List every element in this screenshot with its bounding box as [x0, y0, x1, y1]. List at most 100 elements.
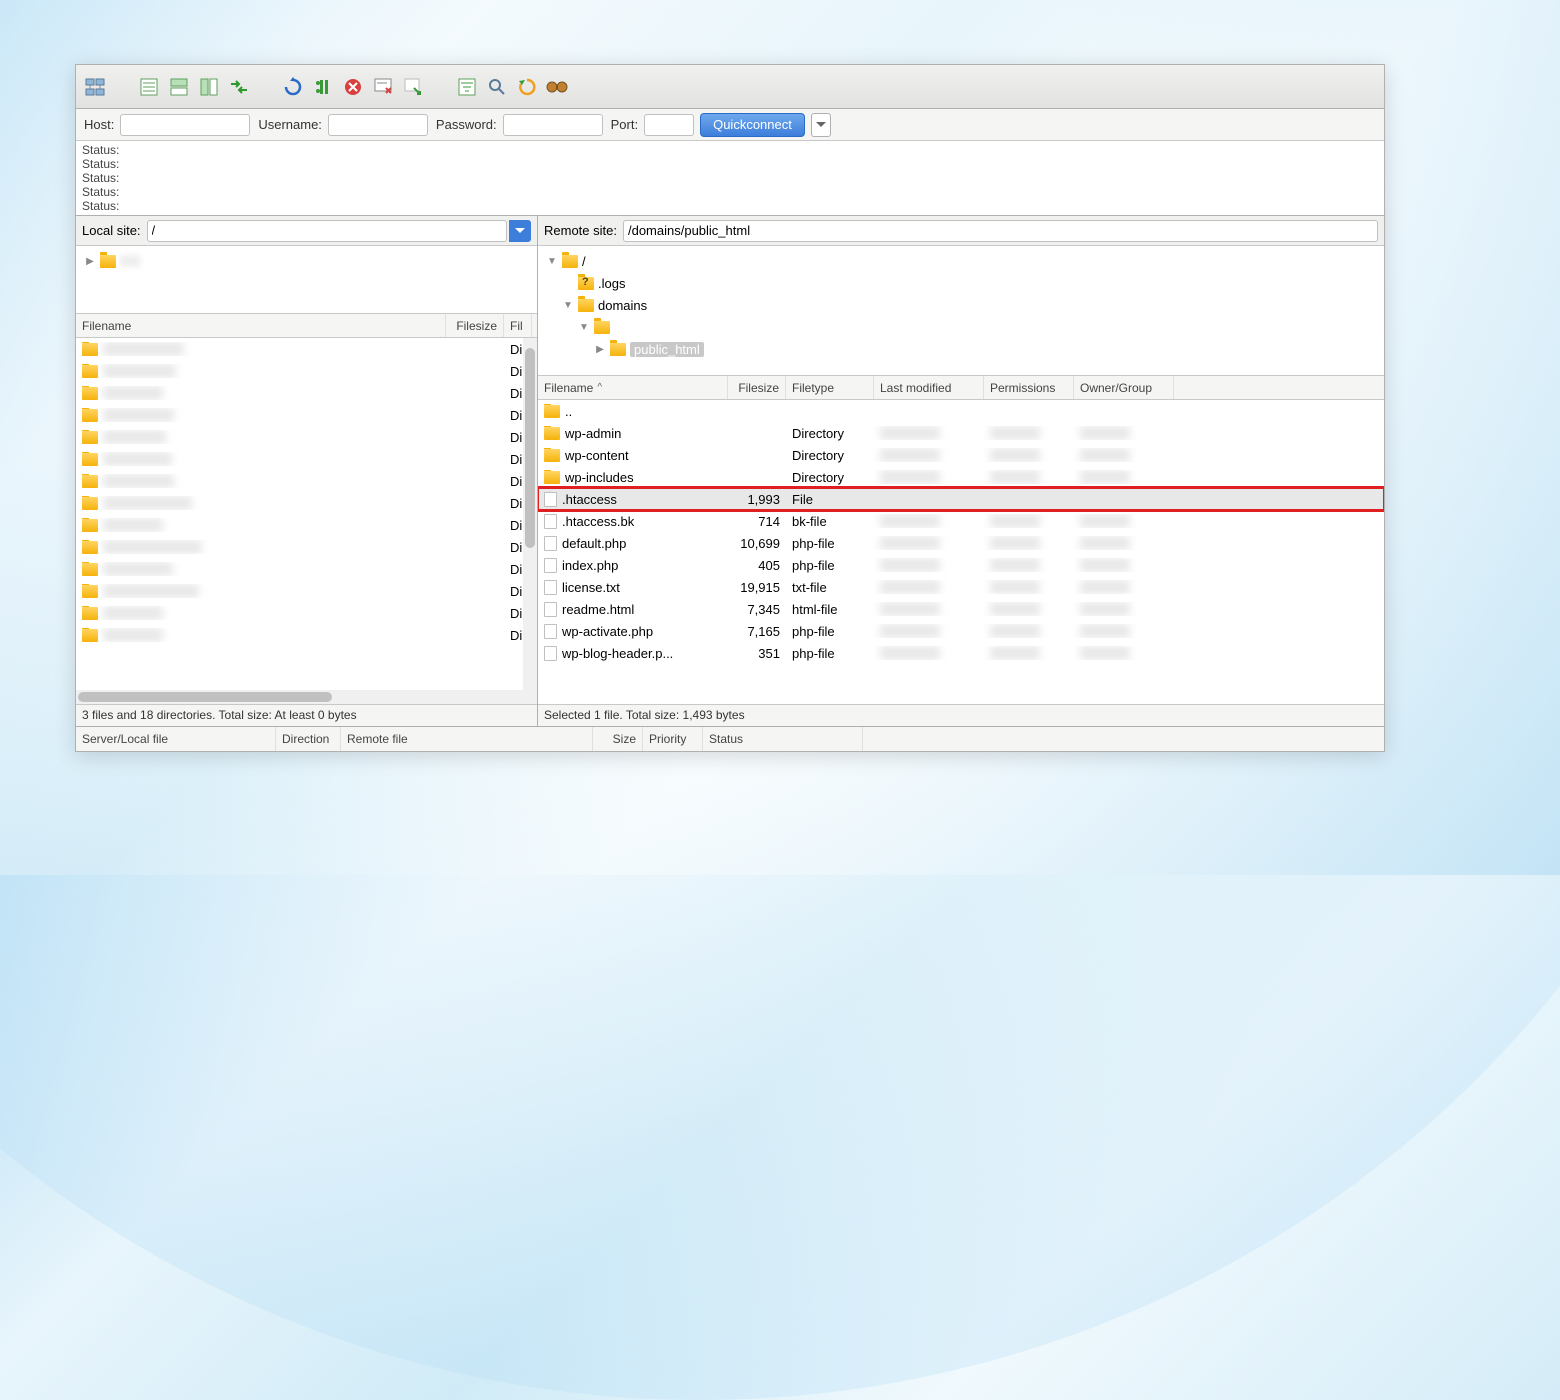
col-priority[interactable]: Priority: [643, 727, 703, 751]
folder-icon: [82, 497, 98, 510]
filesize-cell: 7,345: [728, 602, 786, 617]
reconnect-icon[interactable]: [400, 74, 426, 100]
list-item[interactable]: ..: [538, 400, 1384, 422]
toggle-log-icon[interactable]: [136, 74, 162, 100]
toggle-local-tree-icon[interactable]: [166, 74, 192, 100]
col-filesize[interactable]: Filesize: [728, 376, 786, 399]
port-input[interactable]: [644, 114, 694, 136]
list-item[interactable]: index.php 405 php-file: [538, 554, 1384, 576]
disclosure-icon[interactable]: ▶: [84, 255, 96, 267]
list-item[interactable]: .htaccess 1,993 File: [538, 488, 1384, 510]
search-icon[interactable]: [544, 74, 570, 100]
filter-icon[interactable]: [454, 74, 480, 100]
list-item[interactable]: Dir: [76, 382, 537, 404]
username-input[interactable]: [328, 114, 428, 136]
filename-blurred: [103, 584, 199, 598]
tree-row[interactable]: ▼ /: [542, 250, 1380, 272]
host-input[interactable]: [120, 114, 250, 136]
col-filetype[interactable]: Filetype: [786, 376, 874, 399]
status-log: Status: Status: Status: Status: Status:: [76, 141, 1384, 216]
filename-cell: wp-admin: [565, 426, 621, 441]
remote-file-list[interactable]: Filename^ Filesize Filetype Last modifie…: [538, 376, 1384, 704]
col-remote-file[interactable]: Remote file: [341, 727, 593, 751]
list-item[interactable]: .htaccess.bk 714 bk-file: [538, 510, 1384, 532]
disclosure-icon[interactable]: ▼: [578, 321, 590, 333]
toggle-queue-icon[interactable]: [226, 74, 252, 100]
list-item[interactable]: Dir: [76, 338, 537, 360]
remote-site-input[interactable]: [623, 220, 1378, 242]
owner-blurred: [1080, 602, 1130, 616]
list-item[interactable]: Dir: [76, 514, 537, 536]
password-input[interactable]: [503, 114, 603, 136]
list-item[interactable]: Dir: [76, 360, 537, 382]
list-item[interactable]: wp-admin Directory: [538, 422, 1384, 444]
col-modified[interactable]: Last modified: [874, 376, 984, 399]
tree-row[interactable]: ▼: [542, 316, 1380, 338]
site-manager-icon[interactable]: [82, 74, 108, 100]
refresh-icon[interactable]: [280, 74, 306, 100]
col-server-local[interactable]: Server/Local file: [76, 727, 276, 751]
col-filesize[interactable]: Filesize: [446, 314, 504, 337]
disclosure-icon[interactable]: ▼: [546, 255, 558, 267]
list-item[interactable]: Dir: [76, 536, 537, 558]
list-item[interactable]: wp-blog-header.p... 351 php-file: [538, 642, 1384, 664]
local-site-input[interactable]: [147, 220, 507, 242]
local-file-list[interactable]: Filename Filesize Fil Dir Dir Dir: [76, 314, 537, 690]
owner-blurred: [1080, 514, 1130, 528]
sync-browse-icon[interactable]: [514, 74, 540, 100]
cancel-icon[interactable]: [340, 74, 366, 100]
col-owner[interactable]: Owner/Group: [1074, 376, 1174, 399]
filename-blurred: [103, 342, 184, 356]
col-filetype[interactable]: Fil: [504, 314, 532, 337]
list-item[interactable]: Dir: [76, 448, 537, 470]
tree-label: /: [582, 254, 586, 269]
status-line: Status:: [82, 199, 1378, 213]
tree-row[interactable]: ▶ public_html: [542, 338, 1380, 360]
local-site-dropdown[interactable]: [509, 220, 531, 242]
col-permissions[interactable]: Permissions: [984, 376, 1074, 399]
disclosure-icon[interactable]: ▼: [562, 299, 574, 311]
list-item[interactable]: wp-content Directory: [538, 444, 1384, 466]
list-item[interactable]: wp-activate.php 7,165 php-file: [538, 620, 1384, 642]
list-item[interactable]: Dir: [76, 470, 537, 492]
remote-tree[interactable]: ▼ / .logs ▼ domains ▼ ▶: [538, 246, 1384, 376]
horizontal-scrollbar[interactable]: [76, 690, 537, 704]
filename-cell: readme.html: [562, 602, 634, 617]
list-item[interactable]: Dir: [76, 426, 537, 448]
col-direction[interactable]: Direction: [276, 727, 341, 751]
scrollbar[interactable]: [523, 338, 537, 690]
disconnect-icon[interactable]: [370, 74, 396, 100]
list-item[interactable]: Dir: [76, 602, 537, 624]
process-queue-icon[interactable]: [310, 74, 336, 100]
disclosure-icon[interactable]: ▶: [594, 343, 606, 355]
col-filename[interactable]: Filename: [76, 314, 446, 337]
modified-blurred: [880, 646, 940, 660]
local-tree[interactable]: ▶: [76, 246, 537, 314]
permissions-blurred: [990, 602, 1040, 616]
tree-row[interactable]: .logs: [542, 272, 1380, 294]
list-item[interactable]: Dir: [76, 624, 537, 646]
filesize-cell: 405: [728, 558, 786, 573]
list-item[interactable]: Dir: [76, 558, 537, 580]
col-size[interactable]: Size: [593, 727, 643, 751]
toggle-remote-tree-icon[interactable]: [196, 74, 222, 100]
list-item[interactable]: Dir: [76, 404, 537, 426]
col-status[interactable]: Status: [703, 727, 863, 751]
list-item[interactable]: readme.html 7,345 html-file: [538, 598, 1384, 620]
tree-row[interactable]: ▶: [80, 250, 533, 272]
file-icon: [544, 602, 557, 617]
compare-icon[interactable]: [484, 74, 510, 100]
col-filename[interactable]: Filename^: [538, 376, 728, 399]
quickconnect-button[interactable]: Quickconnect: [700, 113, 805, 137]
quickconnect-dropdown[interactable]: [811, 113, 831, 137]
list-item[interactable]: default.php 10,699 php-file: [538, 532, 1384, 554]
list-item[interactable]: Dir: [76, 492, 537, 514]
list-item[interactable]: license.txt 19,915 txt-file: [538, 576, 1384, 598]
list-item[interactable]: Dir: [76, 580, 537, 602]
folder-icon: [544, 471, 560, 484]
tree-row[interactable]: ▼ domains: [542, 294, 1380, 316]
permissions-blurred: [990, 624, 1040, 638]
list-item[interactable]: wp-includes Directory: [538, 466, 1384, 488]
filesize-cell: 7,165: [728, 624, 786, 639]
modified-blurred: [880, 470, 940, 484]
